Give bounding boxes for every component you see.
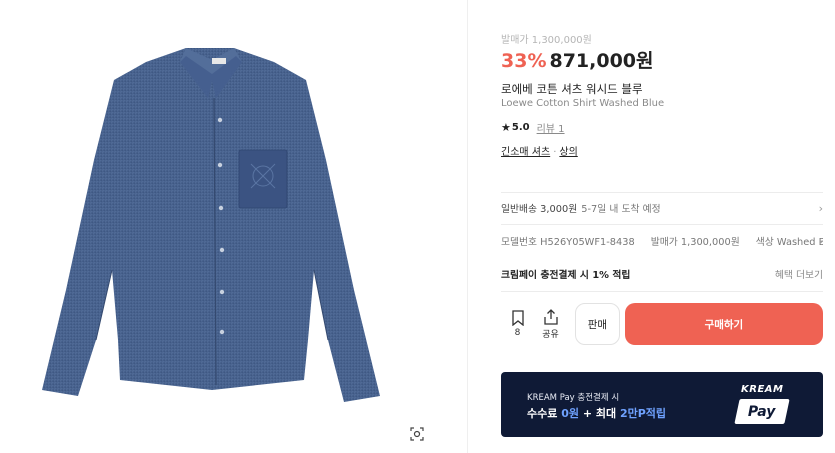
star-icon: ★	[501, 121, 511, 134]
kream-pay-banner[interactable]: KREAM Pay 충전결제 시 수수료 0원 + 최대 2만P적립 KREAM…	[501, 372, 823, 437]
model-number: 모델번호 H526Y05WF1-8438	[501, 237, 635, 248]
product-info: 발매가 1,300,000원 33% 871,000원 로에베 코튼 셔츠 워시…	[501, 0, 835, 453]
payment-benefit-row[interactable]: 크림페이 충전결제 시 1% 적립 혜택 더보기	[501, 261, 823, 287]
spec-row[interactable]: 모델번호 H526Y05WF1-8438 발매가 1,300,000원 색상 W…	[501, 228, 823, 254]
category-link-tops[interactable]: 상의	[559, 147, 577, 158]
banner-max-label: + 최대	[578, 407, 620, 420]
category-separator: ·	[553, 147, 557, 158]
sale-price: 871,000원	[549, 50, 654, 72]
share-icon	[543, 308, 558, 325]
logo-kream-text: KREAM	[741, 384, 784, 395]
divider	[501, 291, 823, 292]
logo-pay-box: Pay	[734, 399, 790, 424]
logo-pay-text: Pay	[748, 403, 776, 420]
rating-row: ★ 5.0 리뷰 1	[501, 120, 565, 135]
review-link[interactable]: 리뷰 1	[537, 120, 565, 135]
chevron-right-icon: ›	[818, 234, 823, 248]
lens-search-icon	[410, 427, 424, 441]
original-price: 발매가 1,300,000원	[501, 35, 592, 46]
shipping-row[interactable]: 일반배송 3,000원 5-7일 내 도착 예정 ›	[501, 195, 823, 221]
divider	[501, 192, 823, 193]
bookmark-button[interactable]: 8	[501, 310, 534, 338]
banner-fee-value: 0원	[561, 407, 579, 420]
banner-fee-label: 수수료	[527, 407, 562, 420]
bookmark-count: 8	[514, 328, 521, 338]
release-price: 발매가 1,300,000원	[650, 237, 740, 248]
discount-rate: 33%	[501, 50, 547, 72]
image-search-button[interactable]	[406, 423, 428, 445]
price-row: 33% 871,000원	[501, 46, 654, 73]
product-image	[42, 48, 380, 402]
share-label: 공유	[542, 329, 559, 340]
product-image-pane	[0, 0, 468, 453]
banner-subtitle: KREAM Pay 충전결제 시	[527, 393, 620, 403]
color-spec: 색상 Washed Blue	[755, 237, 823, 248]
banner-points-value: 2만P적립	[619, 407, 667, 420]
chevron-right-icon: ›	[818, 201, 823, 215]
category-link-long-sleeve-shirt[interactable]: 긴소매 셔츠	[501, 147, 550, 158]
banner-main-text: 수수료 0원 + 최대 2만P적립	[527, 405, 666, 421]
action-bar: 8 공유 판매 구매하기	[501, 303, 823, 345]
sell-button[interactable]: 판매	[575, 303, 620, 345]
kream-pay-logo: KREAM Pay	[734, 382, 793, 428]
rating-value: 5.0	[511, 122, 530, 133]
shipping-label: 일반배송 3,000원	[501, 204, 578, 215]
benefit-more-link[interactable]: 혜택 더보기	[775, 267, 823, 281]
category-links: 긴소매 셔츠 · 상의	[501, 143, 578, 158]
share-button[interactable]: 공유	[534, 308, 567, 340]
buy-button[interactable]: 구매하기	[624, 303, 823, 345]
payment-benefit-title: 크림페이 충전결제 시 1% 적립	[501, 270, 631, 281]
shipping-eta: 5-7일 내 도착 예정	[581, 204, 661, 215]
product-name-ko: 로에베 코튼 셔츠 워시드 블루	[501, 82, 643, 96]
bookmark-icon	[511, 310, 524, 326]
divider	[501, 224, 823, 225]
product-name-en: Loewe Cotton Shirt Washed Blue	[501, 98, 665, 109]
